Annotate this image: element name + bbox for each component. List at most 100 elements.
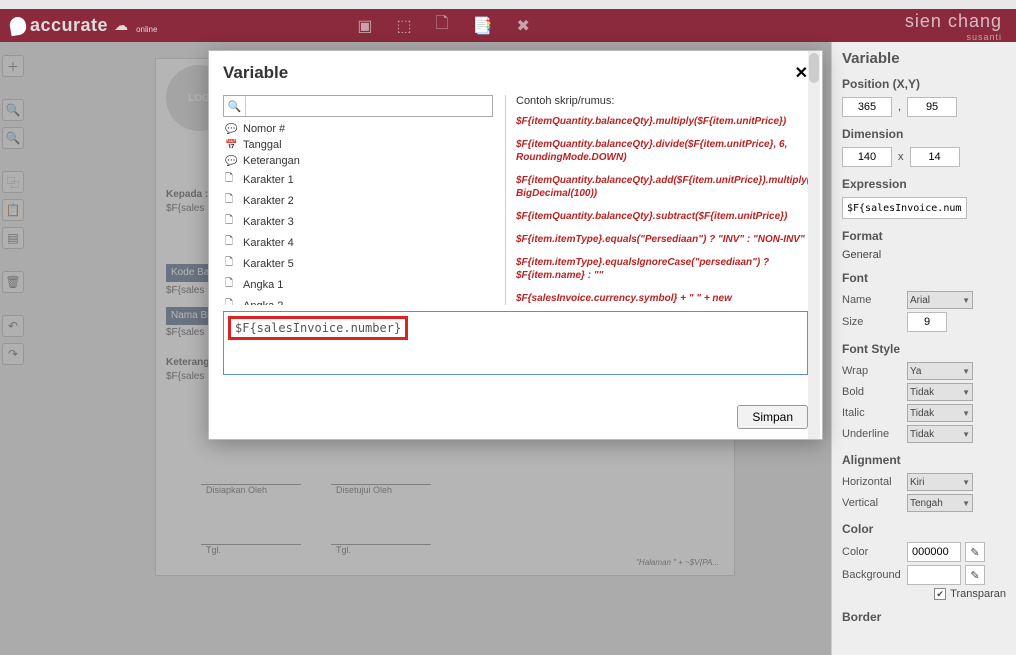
user-name: sien chang — [905, 11, 1002, 32]
variable-item[interactable]: 🗋 Angka 1 — [223, 274, 493, 295]
font-size-input[interactable] — [907, 312, 947, 332]
var-item-icon: 🗋 — [225, 213, 237, 230]
font-name-select[interactable]: Arial▼ — [907, 291, 973, 309]
italic-select[interactable]: Tidak▼ — [907, 404, 973, 422]
var-item-label: Karakter 5 — [243, 258, 294, 270]
border-section: Border — [842, 610, 1006, 624]
pos-y-input[interactable] — [907, 97, 957, 117]
variable-modal: Variable ✕ 🔍 💬 Nomor # 📅Tanggal 💬 Keterangan… — [208, 50, 823, 440]
variable-item[interactable]: 📅Tanggal — [223, 137, 493, 153]
script-example: $F{itemQuantity.balanceQty}.add($F{item.… — [516, 174, 808, 200]
script-examples: Contoh skrip/rumus: $F{itemQuantity.bala… — [505, 95, 808, 305]
script-example: $F{itemQuantity.balanceQty}.multiply($F{… — [516, 115, 808, 128]
var-item-label: Karakter 4 — [243, 237, 294, 249]
wrap-select[interactable]: Ya▼ — [907, 362, 973, 380]
bg-picker-button[interactable]: ✎ — [965, 565, 985, 585]
variable-item[interactable]: 🗋 Angka 2 — [223, 295, 493, 305]
var-item-icon: 🗋 — [225, 192, 237, 209]
var-item-label: Karakter 1 — [243, 174, 294, 186]
logo-subtext: online — [136, 25, 157, 34]
alignment-section: Alignment — [842, 453, 1006, 467]
var-item-label: Keterangan — [243, 155, 300, 167]
underline-select[interactable]: Tidak▼ — [907, 425, 973, 443]
script-examples-title: Contoh skrip/rumus: — [516, 95, 808, 107]
var-item-label: Nomor # — [243, 123, 285, 135]
modal-title: Variable — [223, 63, 288, 83]
var-item-icon: 🗋 — [225, 276, 237, 293]
font-name-label: Name — [842, 294, 907, 306]
font-size-label: Size — [842, 316, 907, 328]
app-header: accurate ☁ online ▣ ⬚ 🗋 📑 ✖ sien chang s… — [0, 9, 1016, 42]
tab-toolbar: ▣ ⬚ 🗋 📑 ✖ — [357, 12, 529, 39]
expression-input[interactable] — [842, 197, 967, 219]
pos-sep: , — [898, 101, 901, 113]
font-style-section: Font Style — [842, 342, 1006, 356]
transparan-checkbox[interactable]: ✔ — [934, 588, 946, 600]
font-section: Font — [842, 271, 1006, 285]
user-menu[interactable]: sien chang susanti — [905, 11, 1002, 42]
expression-section: Expression — [842, 177, 1006, 191]
bold-select[interactable]: Tidak▼ — [907, 383, 973, 401]
variable-item[interactable]: 🗋Karakter 2 — [223, 190, 493, 211]
horiz-label: Horizontal — [842, 476, 907, 488]
variable-item[interactable]: 🗋 Karakter 3 — [223, 211, 493, 232]
dim-h-input[interactable] — [910, 147, 960, 167]
dim-sep: x — [898, 151, 904, 163]
vert-select[interactable]: Tengah▼ — [907, 494, 973, 512]
user-subname: susanti — [905, 32, 1002, 42]
cloud-icon: ☁ — [114, 17, 128, 34]
panel-title: Variable — [842, 50, 1006, 67]
expression-editor[interactable]: $F{salesInvoice.number} — [223, 311, 808, 375]
var-item-icon: 💬 — [225, 124, 237, 135]
color-input[interactable] — [907, 542, 961, 562]
variable-list[interactable]: 💬Nomor #📅Tanggal💬Keterangan🗋Karakter 1🗋K… — [223, 121, 493, 305]
var-item-icon: 💬 — [225, 156, 237, 167]
pos-x-input[interactable] — [842, 97, 892, 117]
color-picker-button[interactable]: ✎ — [965, 542, 985, 562]
variable-search[interactable]: 🔍 — [223, 95, 493, 117]
italic-label: Italic — [842, 407, 907, 419]
var-item-icon: 🗋 — [225, 255, 237, 272]
bg-input[interactable] — [907, 565, 961, 585]
var-item-label: Karakter 3 — [243, 216, 294, 228]
variable-item[interactable]: 💬 Nomor # — [223, 121, 493, 137]
format-section: Format — [842, 229, 1006, 243]
variable-item[interactable]: 🗋Karakter 4 — [223, 232, 493, 253]
var-item-label: Angka 1 — [243, 279, 283, 291]
tab-icon-4[interactable]: 📑 — [473, 16, 493, 36]
script-example: $F{itemQuantity.balanceQty}.divide($F{it… — [516, 138, 808, 164]
horiz-select[interactable]: Kiri▼ — [907, 473, 973, 491]
vert-label: Vertical — [842, 497, 907, 509]
bold-label: Bold — [842, 386, 907, 398]
search-input[interactable] — [246, 96, 492, 116]
properties-panel: Variable Position (X,Y) , Dimension x Ex… — [831, 42, 1016, 655]
variable-item[interactable]: 🗋 Karakter 5 — [223, 253, 493, 274]
logo: accurate ☁ online — [10, 15, 157, 36]
position-section: Position (X,Y) — [842, 77, 1006, 91]
var-item-icon: 🗋 — [225, 297, 237, 305]
save-button[interactable]: Simpan — [737, 405, 808, 429]
close-icon[interactable]: ✖ — [516, 16, 529, 36]
format-value: General — [842, 249, 881, 261]
wrap-label: Wrap — [842, 365, 907, 377]
flame-icon — [9, 15, 28, 36]
tab-icon-1[interactable]: ▣ — [357, 16, 372, 36]
variable-item[interactable]: 🗋 Karakter 1 — [223, 169, 493, 190]
tab-icon-3[interactable]: 🗋 — [436, 12, 449, 39]
script-example: $F{salesInvoice.currency.symbol} + " " +… — [516, 292, 808, 305]
script-example: $F{item.itemType}.equals("Persediaan") ?… — [516, 233, 808, 246]
var-item-label: Angka 2 — [243, 300, 283, 306]
tab-icon-2[interactable]: ⬚ — [397, 16, 412, 36]
transparan-label: Transparan — [950, 588, 1006, 600]
variable-item[interactable]: 💬 Keterangan — [223, 153, 493, 169]
dim-w-input[interactable] — [842, 147, 892, 167]
color-section: Color — [842, 522, 1006, 536]
var-item-label: Tanggal — [243, 139, 282, 151]
dimension-section: Dimension — [842, 127, 1006, 141]
script-example: $F{itemQuantity.balanceQty}.subtract($F{… — [516, 210, 808, 223]
logo-text: accurate — [30, 15, 108, 36]
var-item-icon: 🗋 — [225, 171, 237, 188]
modal-close-button[interactable]: ✕ — [795, 63, 808, 83]
script-example: $F{item.itemType}.equalsIgnoreCase("pers… — [516, 256, 808, 282]
color-label: Color — [842, 546, 907, 558]
